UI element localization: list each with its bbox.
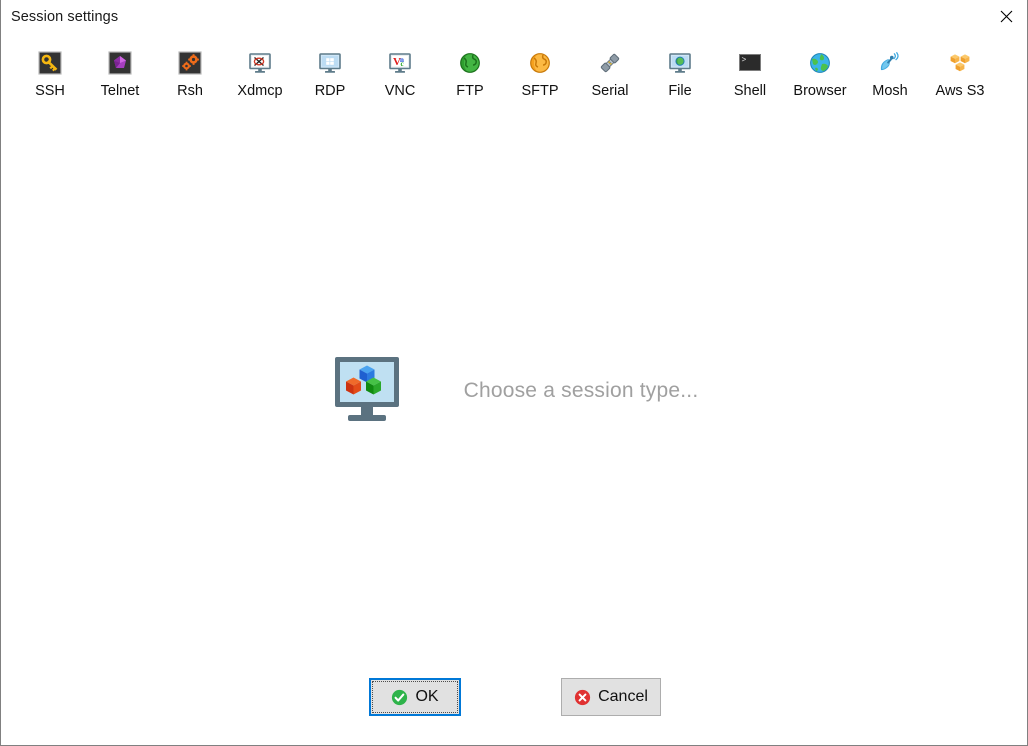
dialog-footer: OK Cancel <box>1 677 1027 717</box>
session-type-sftp[interactable]: SFTP <box>505 50 575 99</box>
mosh-satellite-icon <box>877 50 903 76</box>
ssh-key-icon <box>37 50 63 76</box>
cancel-button-label: Cancel <box>598 688 648 705</box>
monitor-cubes-icon <box>332 355 402 427</box>
session-type-label: Rsh <box>177 83 203 99</box>
session-type-mosh[interactable]: Mosh <box>855 50 925 99</box>
session-type-label: Xdmcp <box>237 83 283 99</box>
session-type-xdmcp[interactable]: Xdmcp <box>225 50 295 99</box>
session-type-label: SFTP <box>521 83 559 99</box>
title-bar: Session settings <box>1 0 1027 33</box>
session-type-label: FTP <box>456 83 484 99</box>
session-type-telnet[interactable]: Telnet <box>85 50 155 99</box>
session-type-label: Serial <box>591 83 629 99</box>
telnet-gem-icon <box>107 50 133 76</box>
close-button[interactable] <box>983 0 1027 32</box>
session-type-rsh[interactable]: Rsh <box>155 50 225 99</box>
browser-globe-icon <box>807 50 833 76</box>
session-type-label: Shell <box>733 83 767 99</box>
session-type-rdp[interactable]: RDP <box>295 50 365 99</box>
session-type-file[interactable]: File <box>645 50 715 99</box>
serial-plug-icon <box>597 50 623 76</box>
green-check-icon <box>391 689 408 706</box>
svg-text:c: c <box>401 60 404 68</box>
session-type-label: VNC <box>384 83 416 99</box>
svg-text:>: > <box>742 56 747 65</box>
session-type-label: Telnet <box>100 83 140 99</box>
session-placeholder: Choose a session type... <box>1 355 1027 427</box>
session-type-aws-s3[interactable]: Aws S3 <box>925 50 995 99</box>
session-type-ftp[interactable]: FTP <box>435 50 505 99</box>
ftp-green-globe-icon <box>457 50 483 76</box>
session-type-label: Mosh <box>872 83 908 99</box>
session-type-label: Browser <box>793 83 847 99</box>
session-type-vnc[interactable]: V n c VNC <box>365 50 435 99</box>
ok-button-label: OK <box>415 688 439 705</box>
xdmcp-monitor-x-icon <box>247 50 273 76</box>
aws-s3-cubes-icon <box>947 50 973 76</box>
file-monitor-globe-icon <box>667 50 693 76</box>
session-type-label: Aws S3 <box>935 83 985 99</box>
session-type-label: SSH <box>35 83 65 99</box>
session-type-label: File <box>668 83 692 99</box>
session-type-shell[interactable]: > Shell <box>715 50 785 99</box>
ok-button[interactable]: OK <box>369 678 461 716</box>
session-type-ssh[interactable]: SSH <box>15 50 85 99</box>
shell-terminal-icon: > <box>737 50 763 76</box>
red-x-icon <box>574 689 591 706</box>
sftp-orange-globe-icon <box>527 50 553 76</box>
vnc-monitor-icon: V n c <box>387 50 413 76</box>
rsh-gears-icon <box>177 50 203 76</box>
session-type-serial[interactable]: Serial <box>575 50 645 99</box>
close-icon <box>1000 10 1013 23</box>
window-title: Session settings <box>11 8 119 25</box>
rdp-monitor-windows-icon <box>317 50 343 76</box>
cancel-button[interactable]: Cancel <box>561 678 661 716</box>
placeholder-text: Choose a session type... <box>463 379 699 402</box>
session-settings-dialog: Session settings SSH Telnet Rsh Xdmcp RD… <box>0 0 1028 746</box>
session-type-browser[interactable]: Browser <box>785 50 855 99</box>
session-type-label: RDP <box>314 83 346 99</box>
session-type-toolbar: SSH Telnet Rsh Xdmcp RDP V n c VNC FTP S… <box>15 50 1015 120</box>
